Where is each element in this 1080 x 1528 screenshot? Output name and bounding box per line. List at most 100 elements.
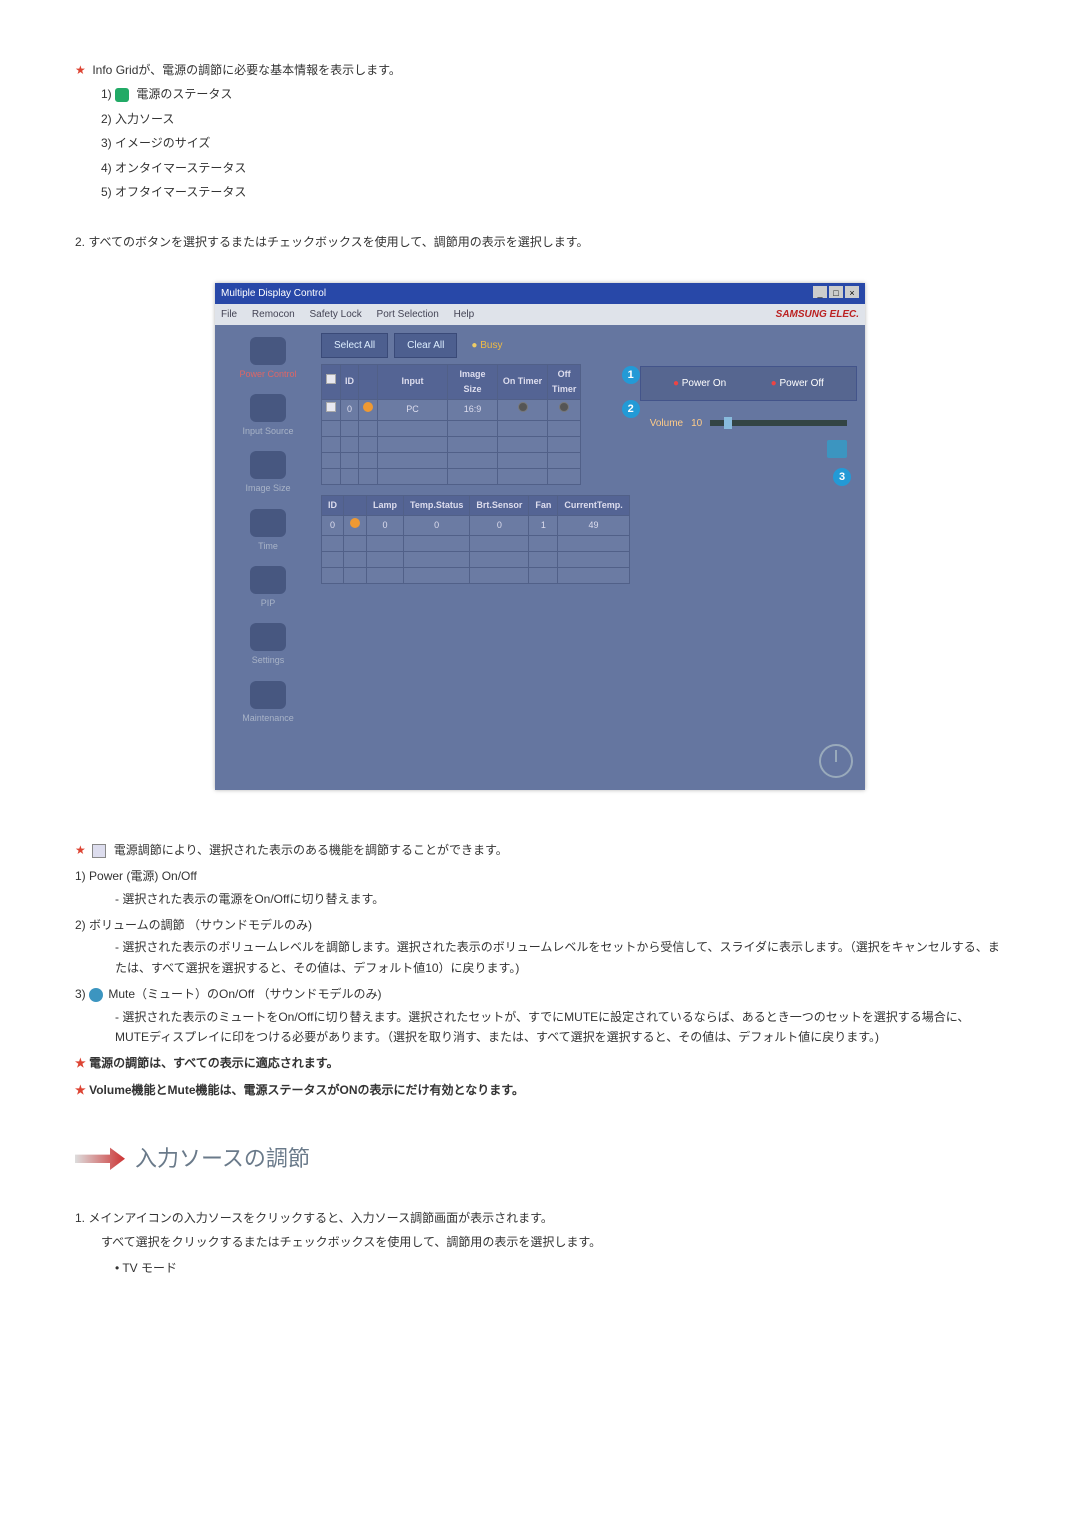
clear-all-button[interactable]: Clear All	[394, 333, 457, 358]
cell2-ct: 49	[558, 515, 629, 535]
sidebar-item-power-control[interactable]: Power Control	[223, 333, 313, 386]
sidebar-item-pip[interactable]: PIP	[223, 562, 313, 615]
cell-input: PC	[378, 400, 448, 420]
col2-brt: Brt.Sensor	[470, 495, 529, 515]
cell2-fan: 1	[529, 515, 558, 535]
sidebar-label: Input Source	[223, 424, 313, 439]
sidebar-item-settings[interactable]: Settings	[223, 619, 313, 672]
item-3-body: - 選択された表示のミュートをOn/Offに切り替えます。選択されたセットが、す…	[75, 1007, 1005, 1048]
cell-size: 16:9	[448, 400, 498, 420]
arrow-icon	[75, 1145, 125, 1173]
sec2-bullet: • TV モード	[75, 1258, 1005, 1278]
cell2-lamp: 0	[367, 515, 404, 535]
col-status	[359, 364, 378, 400]
control-panel: Power On Power Off Volume 10 3	[640, 364, 857, 486]
sidebar-item-time[interactable]: Time	[223, 505, 313, 558]
intro-item-5: 5) オフタイマーステータス	[75, 182, 1005, 202]
close-icon[interactable]: ×	[845, 286, 859, 298]
intro-item-label: 入力ソース	[115, 112, 174, 126]
power-off-button[interactable]: Power Off	[771, 375, 824, 392]
menu-port-selection[interactable]: Port Selection	[377, 309, 439, 320]
volume-slider[interactable]	[710, 420, 847, 426]
item-1-body: - 選択された表示の電源をOn/Offに切り替えます。	[75, 889, 1005, 909]
sidebar-label: PIP	[223, 596, 313, 611]
minimize-icon[interactable]: _	[813, 286, 827, 298]
menubar: File Remocon Safety Lock Port Selection …	[215, 304, 865, 325]
menu-file[interactable]: File	[221, 309, 237, 320]
cell2-temp: 0	[404, 515, 470, 535]
menu-safety-lock[interactable]: Safety Lock	[310, 309, 362, 320]
sidebar-label: Power Control	[223, 367, 313, 382]
sidebar-label: Settings	[223, 653, 313, 668]
volume-label: Volume	[650, 415, 683, 432]
sidebar-item-input-source[interactable]: Input Source	[223, 390, 313, 443]
app-window: Multiple Display Control _□× File Remoco…	[215, 283, 865, 790]
maximize-icon[interactable]: □	[829, 286, 843, 298]
col2-fan: Fan	[529, 495, 558, 515]
item-3: 3) Mute（ミュート）のOn/Off （サウンドモデルのみ)	[75, 984, 1005, 1004]
intro-text: Info Gridが、電源の調節に必要な基本情報を表示します。	[92, 63, 401, 77]
check-all[interactable]	[326, 374, 336, 384]
checkbox-icon	[92, 844, 106, 858]
item-2-text: 選択された表示のボリュームレベルを調節します。選択された表示のボリュームレベルを…	[115, 940, 1000, 974]
note-2: ★ Volume機能とMute機能は、電源ステータスがONの表示にだけ有効となり…	[75, 1080, 1005, 1100]
sec2-step-1: 1. メインアイコンの入力ソースをクリックすると、入力ソース調節画面が表示されま…	[75, 1208, 1005, 1228]
sidebar-item-maintenance[interactable]: Maintenance	[223, 677, 313, 730]
power-icon[interactable]	[819, 744, 853, 778]
intro-item-label: イメージのサイズ	[115, 136, 210, 150]
col-image-size: Image Size	[448, 364, 498, 400]
star-icon: ★	[75, 840, 89, 860]
sec2-step1-line2: すべて選択をクリックするまたはチェックボックスを使用して、調節用の表示を選択しま…	[75, 1232, 1005, 1252]
cell2-brt: 0	[470, 515, 529, 535]
intro-item-label: オフタイマーステータス	[115, 185, 246, 199]
item-3-text: 選択された表示のミュートをOn/Offに切り替えます。選択されたセットが、すでに…	[115, 1010, 969, 1044]
cell-id: 0	[341, 400, 359, 420]
after-img-text: 電源調節により、選択された表示のある機能を調節することができます。	[114, 843, 508, 857]
star-icon: ★	[75, 60, 89, 80]
intro-item-1: 1) 電源のステータス	[75, 84, 1005, 104]
col-input: Input	[378, 364, 448, 400]
col2-lamp: Lamp	[367, 495, 404, 515]
busy-indicator: Busy	[471, 337, 502, 354]
window-controls: _□×	[811, 285, 859, 302]
item-2-title: ボリュームの調節 （サウンドモデルのみ)	[89, 918, 312, 932]
cell2-id: 0	[322, 515, 344, 535]
volume-value: 10	[691, 415, 702, 432]
menu-remocon[interactable]: Remocon	[252, 309, 295, 320]
sec2-bullet-text: TV モード	[122, 1261, 177, 1275]
sidebar: Power Control Input Source Image Size Ti…	[223, 333, 313, 730]
app-title: Multiple Display Control	[221, 285, 326, 302]
display-table: ID Input Image Size On Timer Off Timer 0…	[321, 364, 581, 485]
status-table: ID Lamp Temp.Status Brt.Sensor Fan Curre…	[321, 495, 630, 585]
sidebar-label: Time	[223, 539, 313, 554]
item-2: 2) ボリュームの調節 （サウンドモデルのみ)	[75, 915, 1005, 935]
callout-1: 1	[622, 366, 640, 384]
section-input-source: 入力ソースの調節	[75, 1140, 1005, 1177]
mute-icon[interactable]	[827, 440, 847, 458]
note-2-text: Volume機能とMute機能は、電源ステータスがONの表示にだけ有効となります…	[89, 1083, 524, 1097]
brand-label: SAMSUNG ELEC.	[776, 306, 859, 323]
speaker-icon	[89, 988, 103, 1002]
intro-item-label: 電源のステータス	[136, 87, 232, 101]
timer-off-icon	[518, 402, 528, 412]
titlebar: Multiple Display Control _□×	[215, 283, 865, 304]
note-1: ★ 電源の調節は、すべての表示に適応されます。	[75, 1053, 1005, 1073]
power-on-button[interactable]: Power On	[673, 375, 726, 392]
power-box: Power On Power Off	[640, 366, 857, 401]
timer-off-icon	[559, 402, 569, 412]
item-3-title: Mute（ミュート）のOn/Off （サウンドモデルのみ)	[108, 987, 381, 1001]
after-img-note: ★ 電源調節により、選択された表示のある機能を調節することができます。	[75, 840, 1005, 860]
callout-3: 3	[833, 468, 851, 486]
sidebar-item-image-size[interactable]: Image Size	[223, 447, 313, 500]
item-1-text: 選択された表示の電源をOn/Offに切り替えます。	[122, 892, 384, 906]
item-1: 1) Power (電源) On/Off	[75, 866, 1005, 886]
select-all-button[interactable]: Select All	[321, 333, 388, 358]
item-1-title: Power (電源) On/Off	[89, 869, 197, 883]
row-check[interactable]	[326, 402, 336, 412]
step-2-text: すべてのボタンを選択するまたはチェックボックスを使用して、調節用の表示を選択しま…	[88, 235, 588, 249]
col-id: ID	[341, 364, 359, 400]
sidebar-label: Maintenance	[223, 711, 313, 726]
menu-help[interactable]: Help	[454, 309, 475, 320]
step-2: 2. すべてのボタンを選択するまたはチェックボックスを使用して、調節用の表示を選…	[75, 232, 1005, 252]
callout-2: 2	[622, 400, 640, 418]
